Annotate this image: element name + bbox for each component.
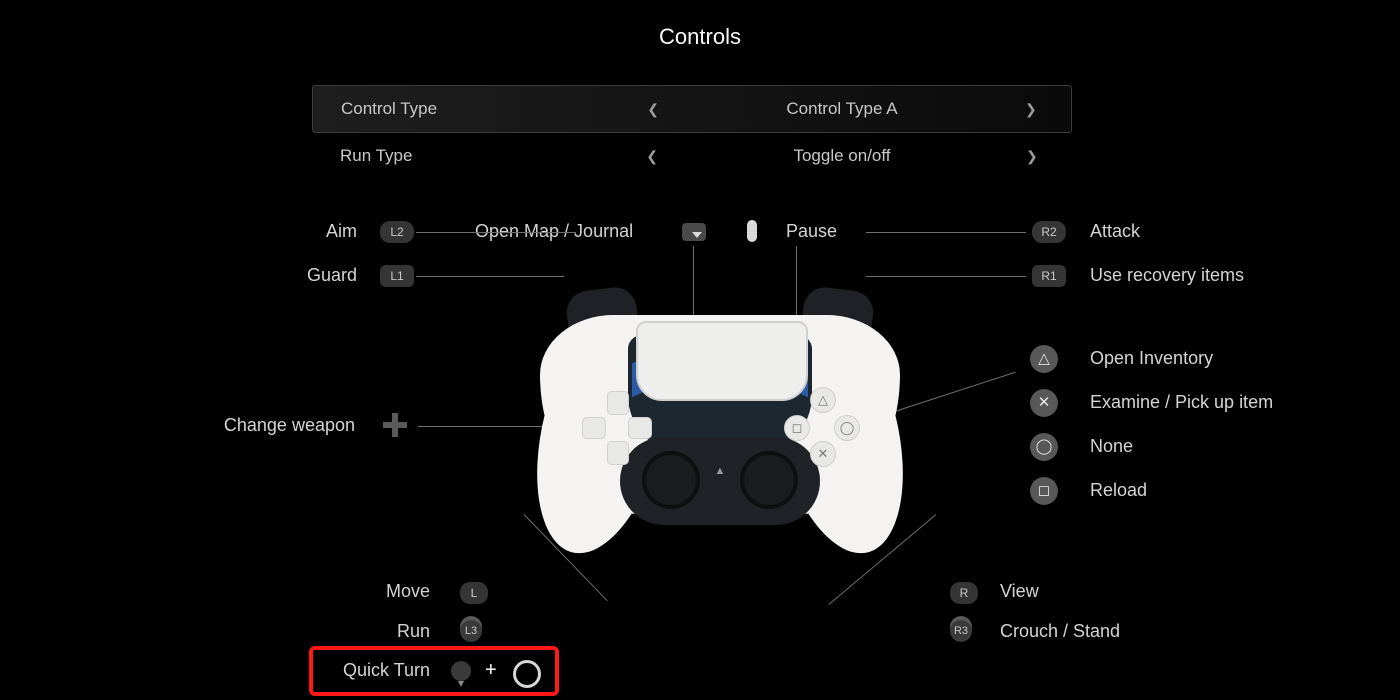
label-crouch: Crouch / Stand	[1000, 621, 1120, 642]
option-label: Run Type	[340, 146, 640, 166]
label-circle: None	[1090, 436, 1133, 457]
label-use-recovery: Use recovery items	[1090, 265, 1244, 286]
label-aim: Aim	[237, 221, 357, 242]
page-title: Controls	[0, 24, 1400, 50]
r-stick-badge-icon: R	[950, 582, 978, 604]
option-label: Control Type	[341, 99, 641, 119]
chevron-left-icon[interactable]: ❮	[640, 148, 688, 165]
chevron-right-icon[interactable]: ❯	[995, 101, 1043, 118]
triangle-button-icon: △	[1030, 345, 1058, 373]
label-attack: Attack	[1090, 221, 1140, 242]
l-stick-badge-icon: L	[460, 582, 488, 604]
label-cross: Examine / Pick up item	[1090, 392, 1273, 413]
label-run: Run	[320, 621, 430, 642]
r1-badge-icon: R1	[1032, 265, 1066, 287]
r2-badge-icon: R2	[1032, 221, 1066, 243]
dpad-icon	[380, 410, 410, 440]
touchpad-icon	[682, 223, 706, 241]
cross-button-icon: ✕	[1030, 389, 1058, 417]
option-control-type[interactable]: Control Type ❮ Control Type A ❯	[312, 85, 1072, 133]
label-square: Reload	[1090, 480, 1147, 501]
l2-badge-icon: L2	[380, 221, 414, 243]
r3-badge-icon: R3	[950, 620, 972, 642]
circle-button-icon: ◯	[1030, 433, 1058, 461]
highlight-quick-turn	[309, 646, 559, 696]
options-button-icon	[747, 220, 757, 242]
chevron-left-icon[interactable]: ❮	[641, 101, 689, 118]
square-button-icon: ◻	[1030, 477, 1058, 505]
controller-illustration: △✕ ◻◯ ▲	[540, 295, 900, 565]
label-pause: Pause	[786, 221, 837, 242]
label-guard: Guard	[237, 265, 357, 286]
controller-layout: Aim L2 Guard L1 Change weapon Move L Run…	[0, 180, 1400, 700]
option-value: Toggle on/off	[688, 146, 996, 166]
chevron-right-icon[interactable]: ❯	[996, 148, 1044, 165]
label-triangle: Open Inventory	[1090, 348, 1213, 369]
label-view: View	[1000, 581, 1039, 602]
label-move: Move	[320, 581, 430, 602]
option-value: Control Type A	[689, 99, 995, 119]
l3-badge-icon: L3	[460, 620, 482, 642]
l1-badge-icon: L1	[380, 265, 414, 287]
options-panel: Control Type ❮ Control Type A ❯ Run Type…	[312, 85, 1072, 179]
option-run-type[interactable]: Run Type ❮ Toggle on/off ❯	[312, 133, 1072, 179]
label-change-weapon: Change weapon	[160, 415, 355, 436]
